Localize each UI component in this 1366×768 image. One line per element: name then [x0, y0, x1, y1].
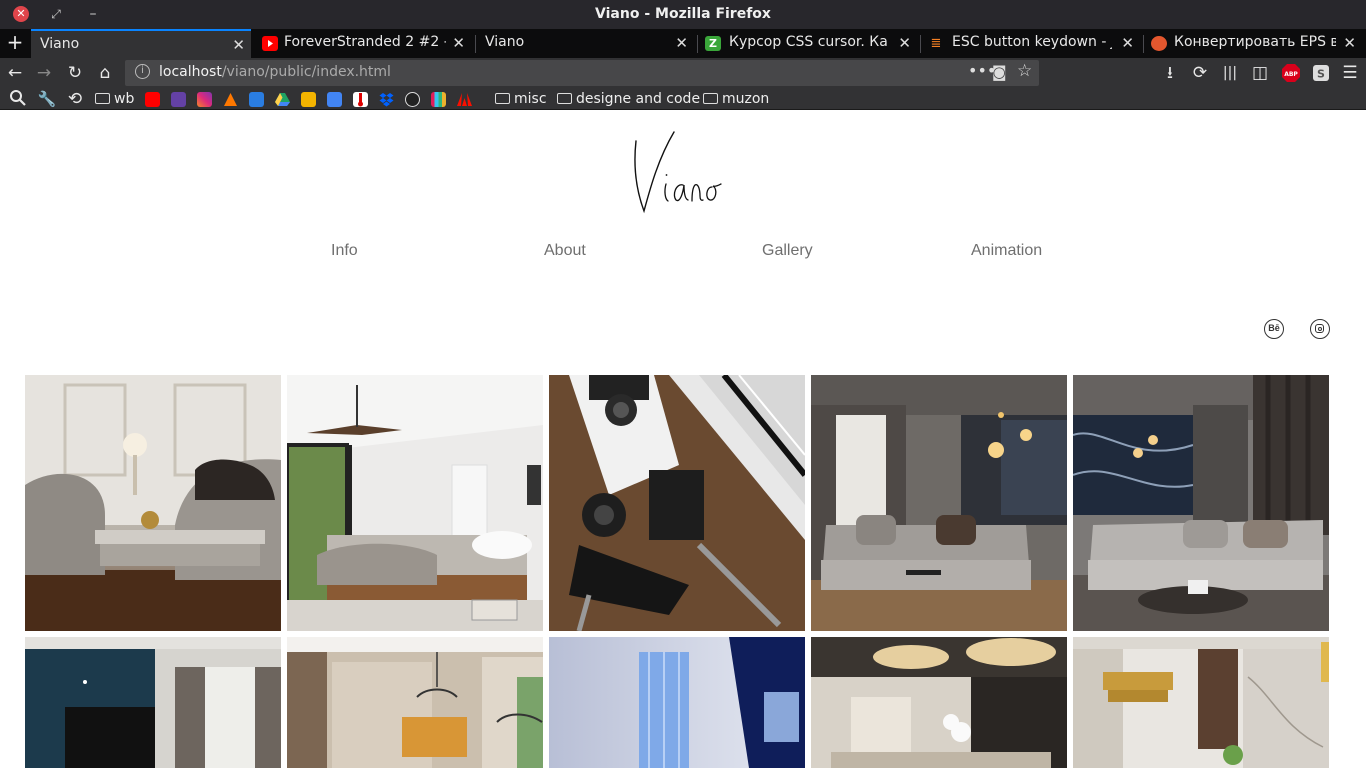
tab-close-icon[interactable]: ✕	[675, 34, 688, 52]
nav-animation-link[interactable]: Animation	[971, 242, 1042, 260]
tab-label: Конвертировать EPS в E	[1174, 34, 1336, 50]
reload-icon[interactable]: ↻	[65, 63, 85, 83]
tab-close-icon[interactable]: ✕	[898, 34, 911, 52]
gallery-image-navy-wall-room[interactable]	[25, 637, 281, 768]
gallery-image-blue-curtain-room[interactable]	[549, 637, 805, 768]
folder-icon	[95, 93, 110, 104]
dropbox-bookmark-icon[interactable]	[379, 92, 394, 107]
bookmark-label: muzon	[722, 91, 770, 107]
url-bar[interactable]: i localhost/viano/public/index.html ••• …	[125, 60, 1039, 86]
search-icon[interactable]	[8, 89, 28, 109]
tab-label: ESC button keydown - Ja	[952, 34, 1112, 50]
menu-hamburger-icon[interactable]: ☰	[1340, 63, 1360, 83]
back-arrow-icon[interactable]: ←	[5, 63, 25, 83]
thermometer-bookmark-icon[interactable]	[353, 92, 368, 107]
nav-about-link[interactable]: About	[544, 242, 586, 260]
google-keep-bookmark-icon[interactable]	[301, 92, 316, 107]
forward-arrow-icon[interactable]: →	[34, 63, 54, 83]
library-icon[interactable]: |||	[1220, 63, 1240, 83]
tab-label: Курсор CSS cursor. Как с	[729, 34, 889, 50]
tab-close-icon[interactable]: ✕	[1343, 34, 1356, 52]
window-title: Viano - Mozilla Firefox	[595, 6, 771, 22]
bookmark-folder-wb[interactable]: wb	[95, 90, 134, 108]
tab-css-cursor[interactable]: Z Курсор CSS cursor. Как с ✕	[699, 29, 917, 58]
nav-info-link[interactable]: Info	[331, 242, 358, 260]
viano-logo[interactable]	[628, 129, 728, 219]
pocket-icon[interactable]: ◙	[992, 63, 1007, 81]
mail-bookmark-icon[interactable]	[249, 92, 264, 107]
tab-close-icon[interactable]: ✕	[452, 34, 465, 52]
gallery-image-classic-living-room[interactable]	[25, 375, 281, 631]
bookmark-folder-designe-and-code[interactable]: designe and code	[557, 90, 700, 108]
gallery-image-telescope[interactable]	[549, 375, 805, 631]
site-info-icon[interactable]: i	[135, 64, 150, 79]
bookmarks-toolbar: 🔧 ⟲ wb misc designe and code muzon	[0, 88, 1366, 110]
tab-foreverstranded[interactable]: ForeverStranded 2 #2 - F ✕	[256, 29, 471, 58]
new-tab-button[interactable]: +	[4, 32, 26, 54]
avast-bookmark-icon[interactable]	[223, 92, 238, 107]
tab-label: Viano	[485, 34, 525, 50]
tab-close-icon[interactable]: ✕	[232, 36, 245, 54]
folder-icon	[495, 93, 510, 104]
home-icon[interactable]: ⌂	[95, 63, 115, 83]
youtube-bookmark-icon[interactable]	[145, 92, 160, 107]
folder-icon	[557, 93, 572, 104]
page-content: Info About Gallery Animation Bē	[0, 111, 1366, 768]
stack-overflow-icon: ≣	[930, 36, 942, 51]
nav-gallery-link[interactable]: Gallery	[762, 242, 813, 260]
github-bookmark-icon[interactable]	[405, 92, 420, 107]
instagram-icon[interactable]	[1310, 319, 1330, 339]
tab-close-icon[interactable]: ✕	[1121, 34, 1134, 52]
bookmark-label: wb	[114, 91, 135, 107]
tab-esc-keydown[interactable]: ≣ ESC button keydown - Ja ✕	[922, 29, 1140, 58]
svg-text:S: S	[1317, 68, 1325, 81]
sync-icon[interactable]: ⟳	[1190, 63, 1210, 83]
slack-bookmark-icon[interactable]	[431, 92, 446, 107]
bookmark-label: designe and code	[576, 91, 701, 107]
green-z-icon: Z	[705, 36, 721, 51]
sidebar-icon[interactable]: ◫	[1250, 63, 1270, 83]
bookmark-folder-misc[interactable]: misc	[495, 90, 547, 108]
gallery-image-gold-chandelier-room[interactable]	[1073, 637, 1329, 768]
adblock-plus-icon[interactable]: ABP	[1281, 63, 1301, 83]
wrench-icon[interactable]: 🔧	[37, 89, 57, 109]
youtube-icon	[262, 36, 278, 51]
window-titlebar: ✕ ⤢ – Viano - Mozilla Firefox	[0, 0, 1366, 29]
google-translate-bookmark-icon[interactable]	[327, 92, 342, 107]
gallery-image-brick-wall-living-room[interactable]	[287, 637, 543, 768]
instagram-bookmark-icon[interactable]	[197, 92, 212, 107]
convertio-icon	[1151, 36, 1167, 51]
tab-strip: + Viano ✕ ForeverStranded 2 #2 - F ✕ Via…	[0, 29, 1366, 58]
tab-convert-eps[interactable]: Конвертировать EPS в E ✕	[1145, 29, 1366, 58]
gallery-image-marble-kitchen-living-room[interactable]	[1073, 375, 1329, 631]
tab-viano[interactable]: Viano ✕	[476, 29, 694, 58]
tab-label: ForeverStranded 2 #2 - F	[284, 34, 446, 50]
gallery-image-bedroom-with-fan[interactable]	[287, 375, 543, 631]
history-icon[interactable]: ⟲	[65, 89, 85, 109]
tab-separator	[697, 35, 698, 53]
adobe-bookmark-icon[interactable]	[457, 92, 472, 107]
bookmark-star-icon[interactable]: ☆	[1017, 61, 1032, 81]
behance-icon[interactable]: Bē	[1264, 319, 1284, 339]
bookmark-label: misc	[514, 91, 547, 107]
tab-viano-active[interactable]: Viano ✕	[31, 29, 251, 58]
gallery-image-chandelier-dining-room[interactable]	[811, 637, 1067, 768]
tab-separator	[1143, 35, 1144, 53]
bookmark-folder-muzon[interactable]: muzon	[703, 90, 769, 108]
google-drive-bookmark-icon[interactable]	[275, 92, 290, 107]
twitch-bookmark-icon[interactable]	[171, 92, 186, 107]
downloads-icon[interactable]: ⭳	[1160, 63, 1180, 83]
navigation-toolbar: ← → ↻ ⌂ i localhost/viano/public/index.h…	[0, 58, 1366, 88]
extension-s-icon[interactable]: S	[1311, 63, 1331, 83]
url-path: /viano/public/index.html	[221, 64, 391, 80]
tab-label: Viano	[40, 36, 80, 52]
svg-text:ABP: ABP	[1284, 71, 1298, 78]
tab-separator	[920, 35, 921, 53]
url-host: localhost	[159, 64, 222, 80]
url-text[interactable]: localhost/viano/public/index.html	[159, 64, 391, 80]
gallery-image-grey-sofa-living-room[interactable]	[811, 375, 1067, 631]
folder-icon	[703, 93, 718, 104]
